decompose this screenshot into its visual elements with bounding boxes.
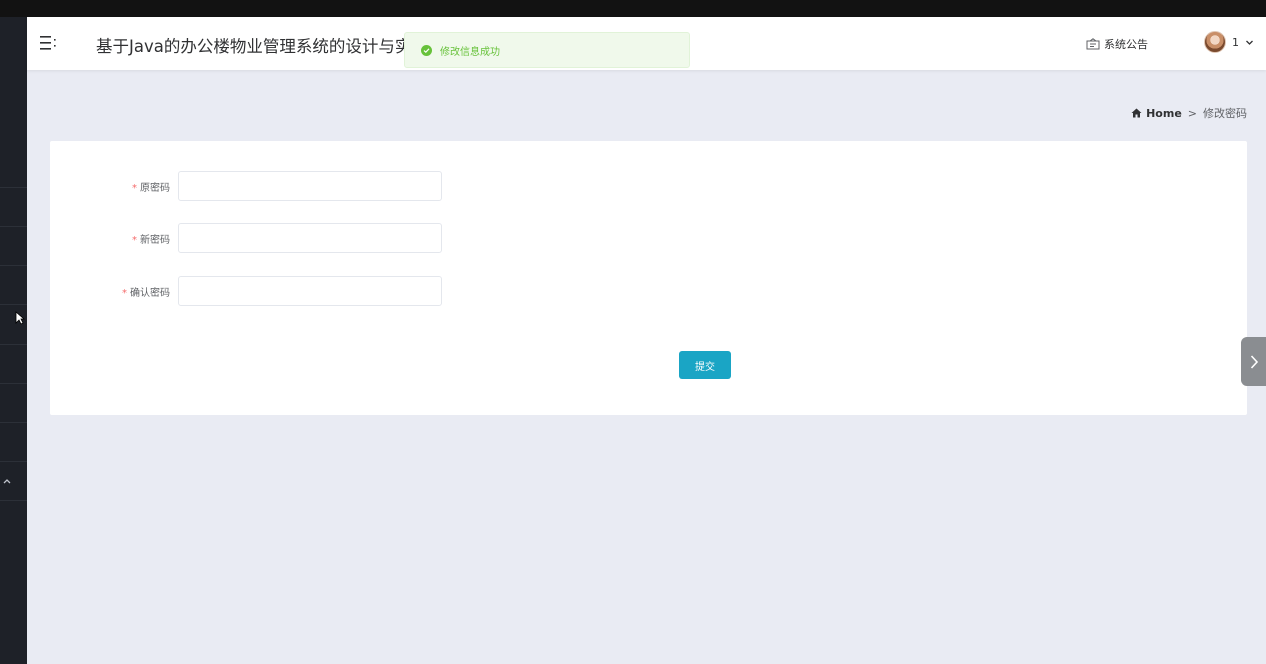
sidebar-divider	[0, 226, 27, 227]
field-label: * 新密码	[50, 231, 178, 246]
new-password-input[interactable]	[178, 223, 442, 253]
announcement-icon	[1086, 38, 1100, 50]
notice-link[interactable]: 系统公告	[1086, 36, 1148, 52]
form-row-new-password: * 新密码	[50, 223, 510, 253]
success-check-icon	[421, 44, 432, 56]
sidebar-divider	[0, 344, 27, 345]
field-label: * 确认密码	[50, 284, 178, 299]
sidebar-divider	[0, 187, 27, 188]
required-mark: *	[132, 182, 137, 194]
side-panel-toggle[interactable]	[1241, 337, 1266, 386]
site-title: 基于Java的办公楼物业管理系统的设计与实	[96, 37, 412, 56]
notice-label: 系统公告	[1104, 38, 1148, 51]
sidebar-divider	[0, 461, 27, 462]
sidebar-divider	[0, 383, 27, 384]
sidebar	[0, 17, 27, 664]
window-top-bar	[0, 0, 1266, 17]
chevron-up-icon[interactable]	[1, 475, 13, 487]
confirm-password-input[interactable]	[178, 276, 442, 306]
sidebar-divider	[0, 500, 27, 501]
home-icon	[1131, 108, 1142, 118]
breadcrumb-current: 修改密码	[1203, 107, 1247, 120]
breadcrumb-separator: >	[1187, 106, 1197, 120]
submit-button[interactable]: 提交	[679, 351, 731, 379]
mouse-cursor-icon	[15, 311, 25, 325]
breadcrumb-home[interactable]: Home	[1131, 107, 1182, 120]
password-form-card: * 原密码 * 新密码 * 确认密码 提交	[50, 141, 1247, 415]
avatar	[1204, 31, 1226, 53]
chevron-right-icon	[1250, 354, 1258, 369]
field-label: * 原密码	[50, 179, 178, 194]
field-label-text: 确认密码	[130, 287, 170, 299]
breadcrumb-home-label: Home	[1146, 106, 1182, 120]
sidebar-divider	[0, 422, 27, 423]
success-toast: 修改信息成功	[404, 32, 690, 68]
required-mark: *	[122, 287, 127, 299]
field-label-text: 原密码	[140, 182, 170, 194]
sidebar-divider	[0, 304, 27, 305]
toast-message: 修改信息成功	[440, 46, 500, 58]
field-label-text: 新密码	[140, 234, 170, 246]
user-menu[interactable]: 1	[1204, 31, 1254, 53]
user-name: 1	[1232, 35, 1239, 49]
sidebar-divider	[0, 265, 27, 266]
breadcrumb: Home > 修改密码	[1131, 105, 1247, 121]
old-password-input[interactable]	[178, 171, 442, 201]
form-row-old-password: * 原密码	[50, 171, 510, 201]
menu-toggle-icon[interactable]	[40, 35, 58, 51]
chevron-down-icon	[1246, 40, 1253, 45]
required-mark: *	[132, 234, 137, 246]
form-row-confirm-password: * 确认密码	[50, 276, 510, 306]
